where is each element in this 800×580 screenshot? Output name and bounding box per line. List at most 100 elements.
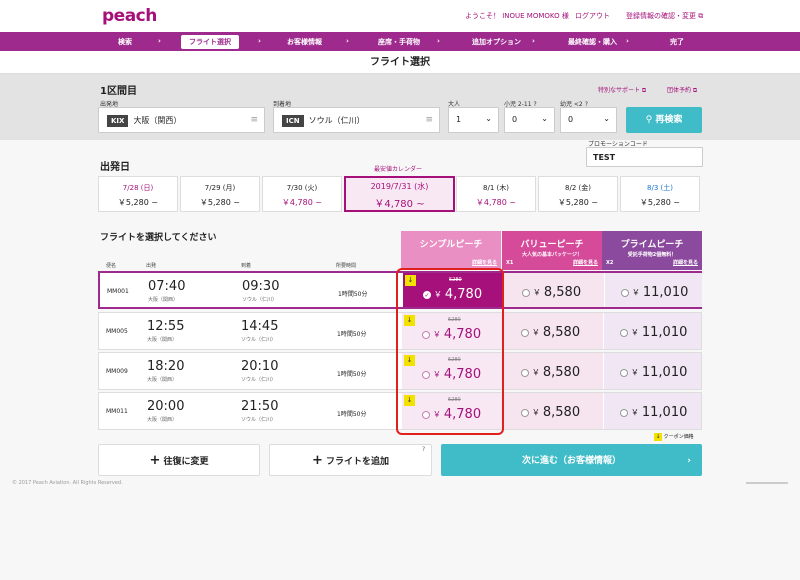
yen-sign: ￥ bbox=[630, 368, 639, 377]
radio-button[interactable] bbox=[521, 408, 529, 417]
coupon-icon: ↓ bbox=[654, 433, 662, 441]
research-button[interactable]: ⚲ 再検索 bbox=[626, 107, 702, 133]
fare-detail-link[interactable]: 詳細を見る bbox=[673, 259, 698, 266]
to-code: ICN bbox=[282, 115, 304, 127]
radio-button[interactable] bbox=[620, 408, 628, 417]
value-price: 8,580 bbox=[542, 325, 581, 340]
step-navigation: 検索 › フライト選択 › お客様情報 › 座席・手荷物 › 追加オプション ›… bbox=[0, 32, 800, 51]
special-support-link[interactable]: 特別なサポート ⧉ bbox=[598, 85, 646, 95]
child-select[interactable]: 0 ⌄ bbox=[504, 107, 555, 133]
fare-header: バリューピーチ 大人気の基本パッケージ！ X1 詳細を見る bbox=[502, 231, 602, 270]
radio-button[interactable] bbox=[521, 368, 529, 377]
departure-airport: 大阪（関西） bbox=[147, 377, 178, 383]
external-icon: ⧉ bbox=[698, 12, 704, 20]
flight-select-title: フライトを選択してください bbox=[100, 233, 217, 243]
peach-logo[interactable]: peach bbox=[102, 6, 157, 26]
scroll-indicator[interactable] bbox=[746, 482, 788, 484]
chevron-right-icon: › bbox=[346, 37, 349, 45]
col-departure: 出発 bbox=[146, 263, 157, 269]
date-card-price: ￥5,280 ~ bbox=[639, 198, 681, 207]
prime-price: 11,010 bbox=[641, 365, 688, 380]
date-card-price: ￥5,280 ~ bbox=[199, 198, 241, 207]
radio-button[interactable] bbox=[521, 328, 529, 337]
group-booking-link[interactable]: 団体予約 ⧉ bbox=[667, 85, 697, 95]
date-card-date: 8/3 (土) bbox=[647, 184, 673, 192]
yen-sign: ￥ bbox=[630, 328, 639, 337]
arrival-airport: ソウル（仁川） bbox=[242, 297, 278, 303]
arrival-airport: ソウル（仁川） bbox=[241, 337, 277, 343]
value-price: 8,580 bbox=[543, 285, 582, 300]
chevron-right-icon: › bbox=[532, 37, 535, 45]
promo-value: TEST bbox=[593, 153, 616, 162]
list-icon: ≡ bbox=[425, 115, 433, 125]
logout-link[interactable]: ログアウト bbox=[575, 11, 610, 21]
fare-sub: 受託手荷物2個無料！ bbox=[627, 252, 677, 258]
value-fare-option[interactable]: ￥ 8,580 bbox=[504, 273, 604, 307]
adult-select[interactable]: 1 ⌄ bbox=[448, 107, 499, 133]
yen-sign: ￥ bbox=[631, 288, 640, 297]
prime-fare-option[interactable]: ￥ 11,010 bbox=[604, 393, 701, 429]
arrival-time: 20:10 bbox=[241, 359, 279, 374]
radio-button[interactable] bbox=[620, 328, 628, 337]
next-label: 次に進む（お客様情報） bbox=[521, 456, 621, 466]
chevron-right-icon: › bbox=[437, 37, 440, 45]
chevron-right-icon: › bbox=[626, 37, 629, 45]
adult-value: 1 bbox=[456, 115, 462, 124]
flight-number: MM005 bbox=[106, 328, 128, 335]
coupon-note: ↓ クーポン価格 bbox=[654, 433, 702, 441]
date-card-price: ￥5,280 ~ bbox=[117, 198, 159, 207]
chevron-down-icon: ⌄ bbox=[541, 114, 548, 123]
radio-button[interactable] bbox=[620, 368, 628, 377]
duration: 1時間50分 bbox=[338, 291, 368, 298]
value-fare-option[interactable]: ￥ 8,580 bbox=[503, 353, 603, 389]
welcome-text: ようこそ！ INOUE MOMOKO 様 bbox=[465, 12, 569, 20]
date-card[interactable]: 7/30 (火) ￥4,780 ~ bbox=[262, 176, 342, 212]
departure-time: 12:55 bbox=[147, 319, 185, 334]
date-card[interactable]: 8/3 (土) ￥5,280 ~ bbox=[620, 176, 700, 212]
date-card-date: 8/2 (金) bbox=[565, 184, 591, 192]
roundtrip-button[interactable]: + 往復に変更 bbox=[98, 444, 260, 476]
departure-time: 18:20 bbox=[147, 359, 185, 374]
fare-detail-link[interactable]: 詳細を見る bbox=[573, 259, 598, 266]
list-icon: ≡ bbox=[250, 115, 258, 125]
date-card[interactable]: 7/28 (日) ￥5,280 ~ bbox=[98, 176, 178, 212]
step-flight-select: フライト選択 bbox=[181, 35, 239, 49]
radio-button[interactable] bbox=[621, 288, 629, 297]
yen-sign: ￥ bbox=[531, 368, 540, 377]
profile-link[interactable]: 登録情報の確認・変更 ⧉ bbox=[626, 11, 703, 21]
radio-button[interactable] bbox=[522, 288, 530, 297]
date-card-price: ￥5,280 ~ bbox=[557, 198, 599, 207]
date-card[interactable]: 8/2 (金) ￥5,280 ~ bbox=[538, 176, 618, 212]
prime-fare-option[interactable]: ￥ 11,010 bbox=[604, 353, 701, 389]
arrival-time: 14:45 bbox=[241, 319, 279, 334]
prime-price: 11,010 bbox=[642, 285, 689, 300]
date-card[interactable]: 2019/7/31 (水) ￥4,780 ~ bbox=[344, 176, 455, 212]
promo-input[interactable]: TEST bbox=[586, 147, 703, 167]
date-card[interactable]: 8/1 (木) ￥4,780 ~ bbox=[456, 176, 536, 212]
value-fare-option[interactable]: ￥ 8,580 bbox=[503, 393, 603, 429]
value-fare-option[interactable]: ￥ 8,580 bbox=[503, 313, 603, 349]
chevron-right-icon: › bbox=[687, 456, 691, 466]
to-field[interactable]: ICN ソウル（仁川） ≡ bbox=[273, 107, 440, 133]
help-icon[interactable]: ? bbox=[422, 446, 425, 453]
flight-number: MM009 bbox=[106, 368, 128, 375]
prime-fare-option[interactable]: ￥ 11,010 bbox=[604, 313, 701, 349]
prime-fare-option[interactable]: ￥ 11,010 bbox=[605, 273, 702, 307]
date-card[interactable]: 7/29 (月) ￥5,280 ~ bbox=[180, 176, 260, 212]
profile-link-label: 登録情報の確認・変更 bbox=[626, 12, 696, 20]
arrival-time: 09:30 bbox=[242, 279, 280, 294]
fare-name: プライムピーチ bbox=[620, 240, 684, 250]
date-card-date: 7/28 (日) bbox=[122, 184, 154, 192]
infant-select[interactable]: 0 ⌄ bbox=[560, 107, 617, 133]
value-price: 8,580 bbox=[542, 365, 581, 380]
fare-header: シンプルピーチ 詳細を見る bbox=[401, 231, 501, 270]
add-flight-button[interactable]: + フライトを追加 bbox=[269, 444, 432, 476]
from-field[interactable]: KIX 大阪（関西） ≡ bbox=[98, 107, 265, 133]
value-price: 8,580 bbox=[542, 405, 581, 420]
departure-airport: 大阪（関西） bbox=[147, 337, 178, 343]
next-button[interactable]: 次に進む（お客様情報） › bbox=[441, 444, 702, 476]
step-options: 追加オプション bbox=[472, 38, 521, 46]
departure-date-title: 出発日 bbox=[100, 162, 130, 173]
fare-detail-link[interactable]: 詳細を見る bbox=[472, 259, 497, 266]
page-title: フライト選択 bbox=[0, 51, 800, 74]
